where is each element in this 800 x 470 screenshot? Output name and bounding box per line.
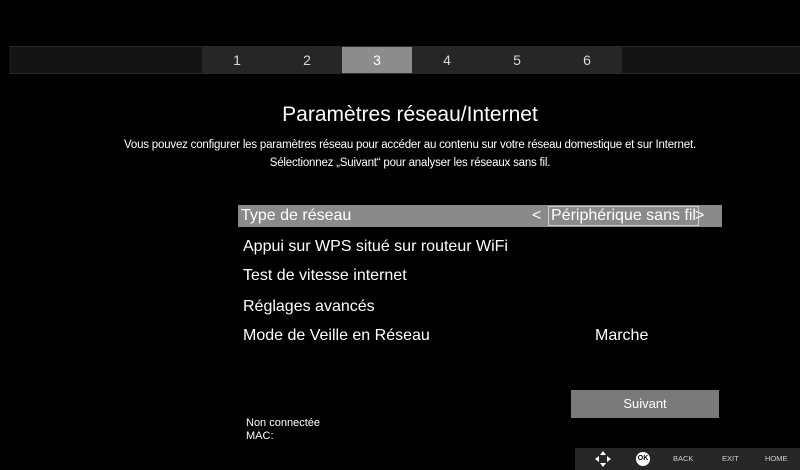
page-title: Paramètres réseau/Internet [282, 103, 538, 126]
network-type-value: Périphérique sans fil [548, 205, 699, 227]
step-5: 5 [482, 47, 552, 73]
mac-address-label: MAC: [246, 430, 274, 442]
menu-item-wps[interactable]: Appui sur WPS situé sur routeur WiFi [238, 236, 722, 258]
menu-item-speed-test[interactable]: Test de vitesse internet [238, 265, 722, 287]
step-4: 4 [412, 47, 482, 73]
remote-nav-bar: OK BACK EXIT HOME [575, 448, 800, 470]
step-3-active: 3 [342, 47, 412, 73]
network-standby-label: Mode de Veille en Réseau [243, 327, 430, 344]
speed-test-label: Test de vitesse internet [243, 267, 407, 284]
next-button[interactable]: Suivant [571, 390, 719, 418]
network-type-label: Type de réseau [241, 207, 352, 224]
step-2: 2 [272, 47, 342, 73]
page-description-line-1: Vous pouvez configurer les paramètres ré… [124, 139, 696, 151]
connection-status: Non connectée [246, 417, 320, 429]
network-type-value-box: Périphérique sans fil [548, 206, 699, 226]
wps-label: Appui sur WPS situé sur routeur WiFi [243, 238, 508, 255]
network-type-next-arrow[interactable]: > [695, 205, 704, 227]
back-hint: BACK [673, 454, 694, 463]
menu-item-network-type[interactable]: Type de réseau < Périphérique sans fil > [238, 205, 722, 227]
page-description-line-2: Sélectionnez „Suivant“ pour analyser les… [269, 157, 551, 169]
network-type-prev-arrow[interactable]: < [532, 205, 541, 227]
dpad-icon [595, 451, 611, 467]
exit-hint: EXIT [722, 454, 739, 463]
step-indicator-bar: 1 2 3 4 5 6 [9, 46, 800, 74]
menu-item-advanced-settings[interactable]: Réglages avancés [238, 296, 722, 318]
step-6: 6 [552, 47, 622, 73]
ok-icon: OK [636, 452, 650, 466]
network-standby-value: Marche [595, 327, 649, 344]
step-bar-left-padding [9, 47, 194, 73]
wizard-screen: 1 2 3 4 5 6 Paramètres réseau/Internet V… [0, 0, 800, 470]
step-1: 1 [202, 47, 272, 73]
menu-item-network-standby[interactable]: Mode de Veille en Réseau Marche [238, 325, 722, 347]
advanced-settings-label: Réglages avancés [243, 298, 375, 315]
home-hint: HOME [765, 454, 788, 463]
